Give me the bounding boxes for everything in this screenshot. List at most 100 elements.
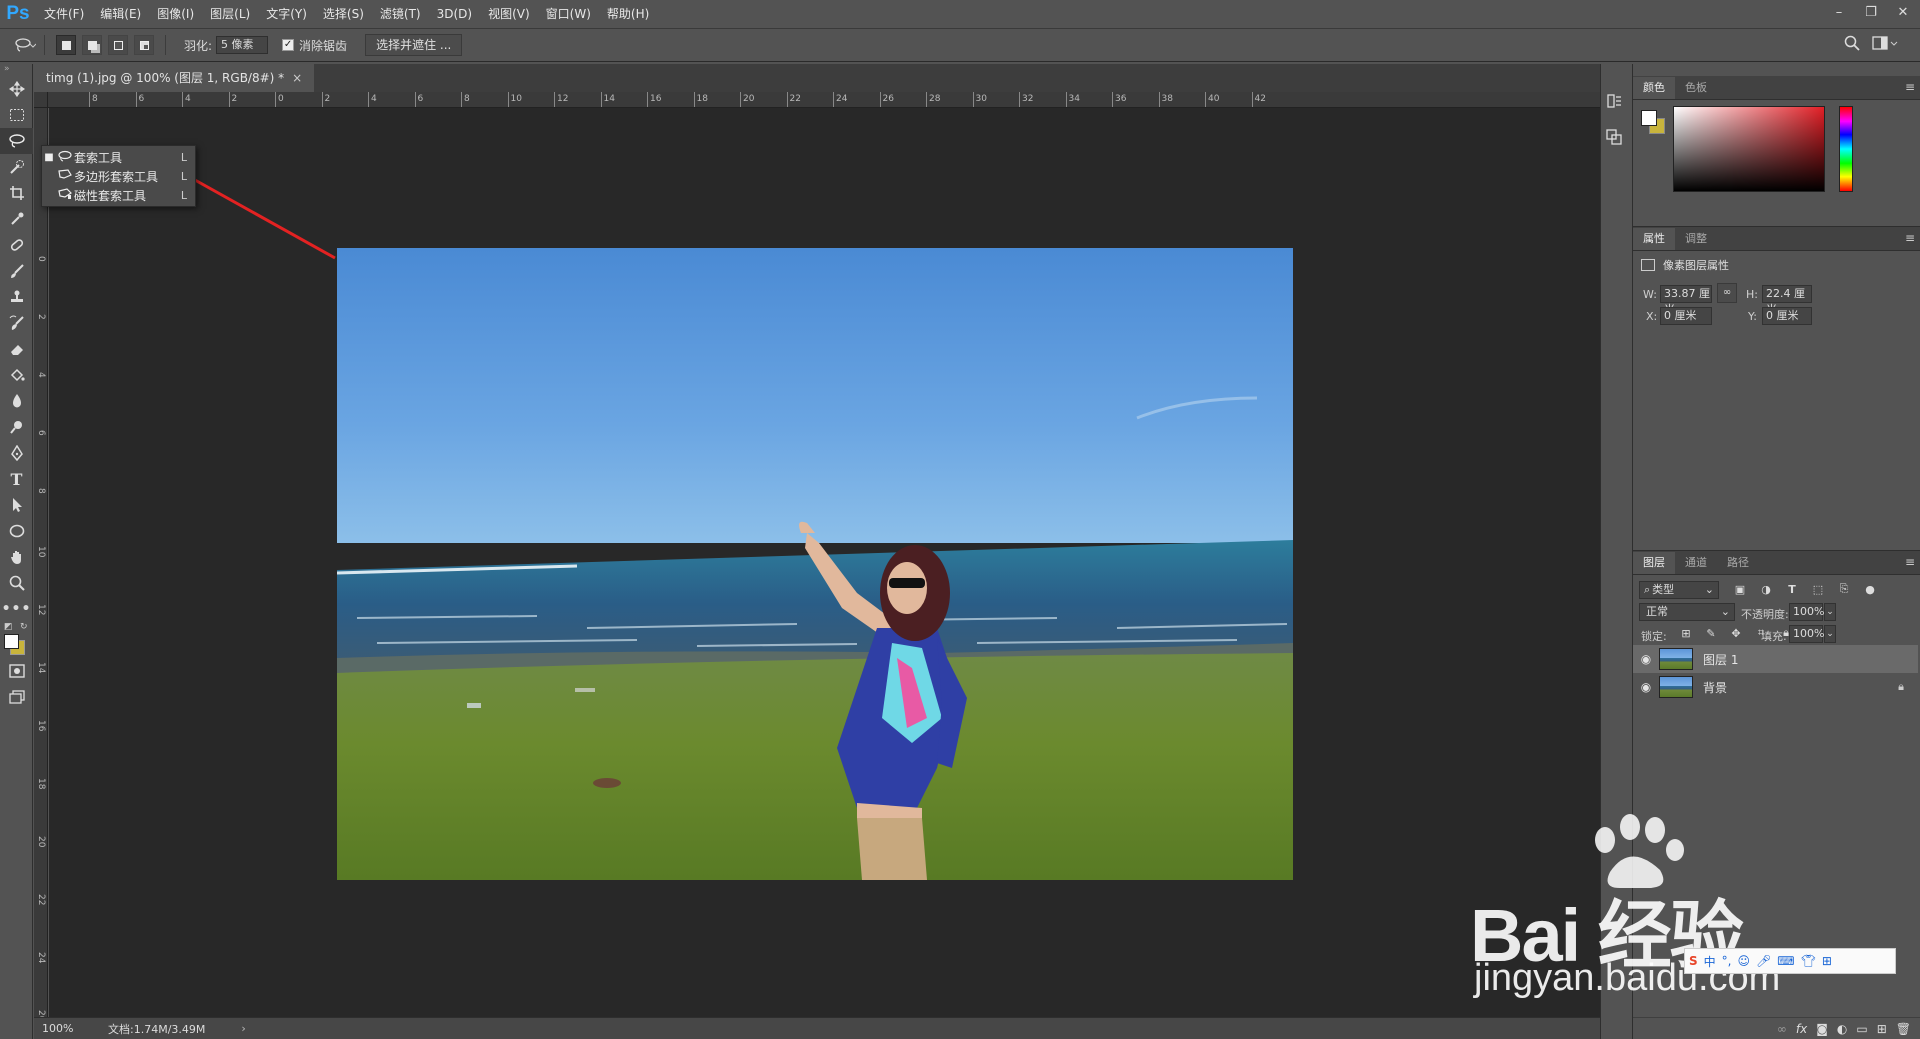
lasso-tool-menu-item[interactable]: ■ 套索工具 L: [42, 148, 195, 167]
marquee-tool-icon[interactable]: [0, 102, 33, 128]
horizontal-ruler[interactable]: 8 6 4 2 0 2 4 6 8 10 12 14 16 18 20 22 24 26 28 30 32 34 36 38 4…: [48, 92, 1600, 108]
foreground-color-swatch[interactable]: [4, 634, 19, 649]
document-tab[interactable]: timg (1).jpg @ 100% (图层 1, RGB/8#) * ×: [34, 64, 315, 92]
filter-adjustment-icon[interactable]: ◑: [1757, 581, 1775, 597]
tab-swatches[interactable]: 色板: [1675, 77, 1717, 99]
layer-name[interactable]: 图层 1: [1703, 651, 1738, 668]
default-colors-icon[interactable]: ◩: [4, 622, 13, 632]
y-input[interactable]: 0 厘米: [1762, 307, 1812, 325]
opacity-input[interactable]: 100%: [1789, 603, 1824, 621]
adjustment-layer-icon[interactable]: ◐: [1837, 1022, 1847, 1036]
pen-tool-icon[interactable]: [0, 440, 33, 466]
history-brush-tool-icon[interactable]: [0, 310, 33, 336]
ime-toolbar[interactable]: S 中 °, ☺ 🎤︎ ⌨︎ 👕︎ ⊞: [1684, 948, 1896, 974]
quick-mask-icon[interactable]: [0, 658, 33, 684]
menu-item-6[interactable]: 滤镜(T): [372, 0, 429, 28]
minimize-button[interactable]: –: [1828, 2, 1850, 24]
tab-adjustments[interactable]: 调整: [1675, 228, 1717, 250]
hue-slider[interactable]: [1839, 106, 1853, 192]
swap-colors-icon[interactable]: ↻: [20, 622, 28, 632]
workspace-icon[interactable]: [1872, 35, 1898, 54]
close-button[interactable]: ✕: [1892, 2, 1914, 24]
color-panel-foreground-swatch[interactable]: [1641, 110, 1657, 126]
layer-filter-select[interactable]: ⌕ 类型 ⌄: [1639, 581, 1719, 599]
height-input[interactable]: 22.4 厘米: [1762, 285, 1812, 316]
visibility-eye-icon[interactable]: ◉: [1633, 680, 1659, 694]
layers-panel-menu-icon[interactable]: ≡: [1905, 555, 1915, 569]
feather-input[interactable]: 5 像素: [216, 36, 269, 54]
color-panel-swatches[interactable]: [1641, 110, 1667, 136]
menu-item-4[interactable]: 文字(Y): [258, 0, 315, 28]
tab-channels[interactable]: 通道: [1675, 552, 1717, 574]
ime-keyboard-icon[interactable]: ⌨︎: [1777, 954, 1794, 968]
type-tool-icon[interactable]: T: [0, 466, 33, 492]
select-and-mask-button[interactable]: 选择并遮住 ...: [365, 34, 463, 56]
screen-mode-icon[interactable]: [0, 684, 33, 710]
new-selection-button[interactable]: [56, 35, 76, 55]
ime-emoji-icon[interactable]: ☺: [1738, 954, 1751, 968]
document-photo[interactable]: [337, 248, 1293, 880]
filter-shape-icon[interactable]: ⬚: [1809, 581, 1827, 597]
new-group-icon[interactable]: ▭: [1856, 1022, 1867, 1036]
add-mask-icon[interactable]: ◙: [1816, 1022, 1828, 1036]
filter-smart-object-icon[interactable]: ⎘: [1835, 581, 1853, 597]
eyedropper-tool-icon[interactable]: [0, 206, 33, 232]
ime-voice-icon[interactable]: 🎤︎: [1756, 954, 1771, 968]
restore-button[interactable]: ❐: [1860, 2, 1882, 24]
layer-row-layer1[interactable]: ◉ 图层 1: [1633, 645, 1918, 673]
eraser-tool-icon[interactable]: [0, 336, 33, 362]
ime-chinese-icon[interactable]: 中: [1704, 953, 1716, 970]
collapse-arrows-icon[interactable]: »: [0, 64, 32, 76]
properties-panel-icon[interactable]: [1601, 122, 1626, 152]
dodge-tool-icon[interactable]: [0, 414, 33, 440]
intersect-selection-button[interactable]: [134, 35, 154, 55]
menu-item-8[interactable]: 视图(V): [480, 0, 538, 28]
menu-item-7[interactable]: 3D(D): [429, 0, 480, 28]
blur-tool-icon[interactable]: [0, 388, 33, 414]
brush-tool-icon[interactable]: [0, 258, 33, 284]
layer-name[interactable]: 背景: [1703, 679, 1727, 696]
menu-item-9[interactable]: 窗口(W): [538, 0, 599, 28]
x-input[interactable]: 0 厘米: [1660, 307, 1712, 325]
hand-tool-icon[interactable]: [0, 544, 33, 570]
color-picker-field[interactable]: [1673, 106, 1825, 192]
ime-skin-icon[interactable]: 👕︎: [1801, 954, 1816, 968]
ellipse-tool-icon[interactable]: [0, 518, 33, 544]
healing-brush-tool-icon[interactable]: [0, 232, 33, 258]
search-icon[interactable]: [1844, 35, 1860, 55]
delete-layer-icon[interactable]: 🗑︎: [1896, 1022, 1911, 1036]
lock-image-icon[interactable]: ✎: [1702, 625, 1720, 641]
vertical-ruler[interactable]: 0 2 4 6 8 10 12 14 16 18 20 22 24 26: [34, 108, 48, 1017]
path-selection-tool-icon[interactable]: [0, 492, 33, 518]
lasso-tool-icon[interactable]: [0, 128, 33, 154]
link-dimensions-icon[interactable]: ∞: [1717, 283, 1737, 303]
menu-item-0[interactable]: 文件(F): [36, 0, 92, 28]
quick-select-tool-icon[interactable]: [0, 154, 33, 180]
polygonal-lasso-menu-item[interactable]: 多边形套索工具 L: [42, 167, 195, 186]
visibility-eye-icon[interactable]: ◉: [1633, 652, 1659, 666]
status-menu-arrow-icon[interactable]: ›: [241, 1022, 245, 1035]
properties-panel-menu-icon[interactable]: ≡: [1905, 231, 1915, 245]
antialias-checkbox[interactable]: ✓: [282, 39, 295, 51]
lasso-preset-icon[interactable]: [14, 34, 36, 56]
add-selection-button[interactable]: [82, 35, 102, 55]
subtract-selection-button[interactable]: [108, 35, 128, 55]
clone-stamp-tool-icon[interactable]: [0, 284, 33, 310]
close-tab-icon[interactable]: ×: [292, 64, 302, 92]
tab-properties[interactable]: 属性: [1633, 228, 1675, 250]
menu-item-10[interactable]: 帮助(H): [599, 0, 657, 28]
ime-punctuation-icon[interactable]: °,: [1722, 954, 1732, 968]
new-layer-icon[interactable]: ⊞: [1877, 1022, 1887, 1036]
zoom-tool-icon[interactable]: [0, 570, 33, 596]
fill-chevron-icon[interactable]: ⌄: [1824, 625, 1836, 643]
move-tool-icon[interactable]: [0, 76, 33, 102]
fill-input[interactable]: 100%: [1789, 625, 1824, 643]
zoom-level[interactable]: 100%: [42, 1022, 102, 1035]
color-panel-menu-icon[interactable]: ≡: [1905, 80, 1915, 94]
more-tools-icon[interactable]: •••: [0, 596, 33, 622]
tab-color[interactable]: 颜色: [1633, 77, 1675, 99]
history-panel-icon[interactable]: [1601, 86, 1626, 116]
lock-transparent-icon[interactable]: ⊞: [1677, 625, 1695, 641]
blend-mode-select[interactable]: 正常 ⌄: [1639, 603, 1735, 621]
menu-item-3[interactable]: 图层(L): [202, 0, 258, 28]
